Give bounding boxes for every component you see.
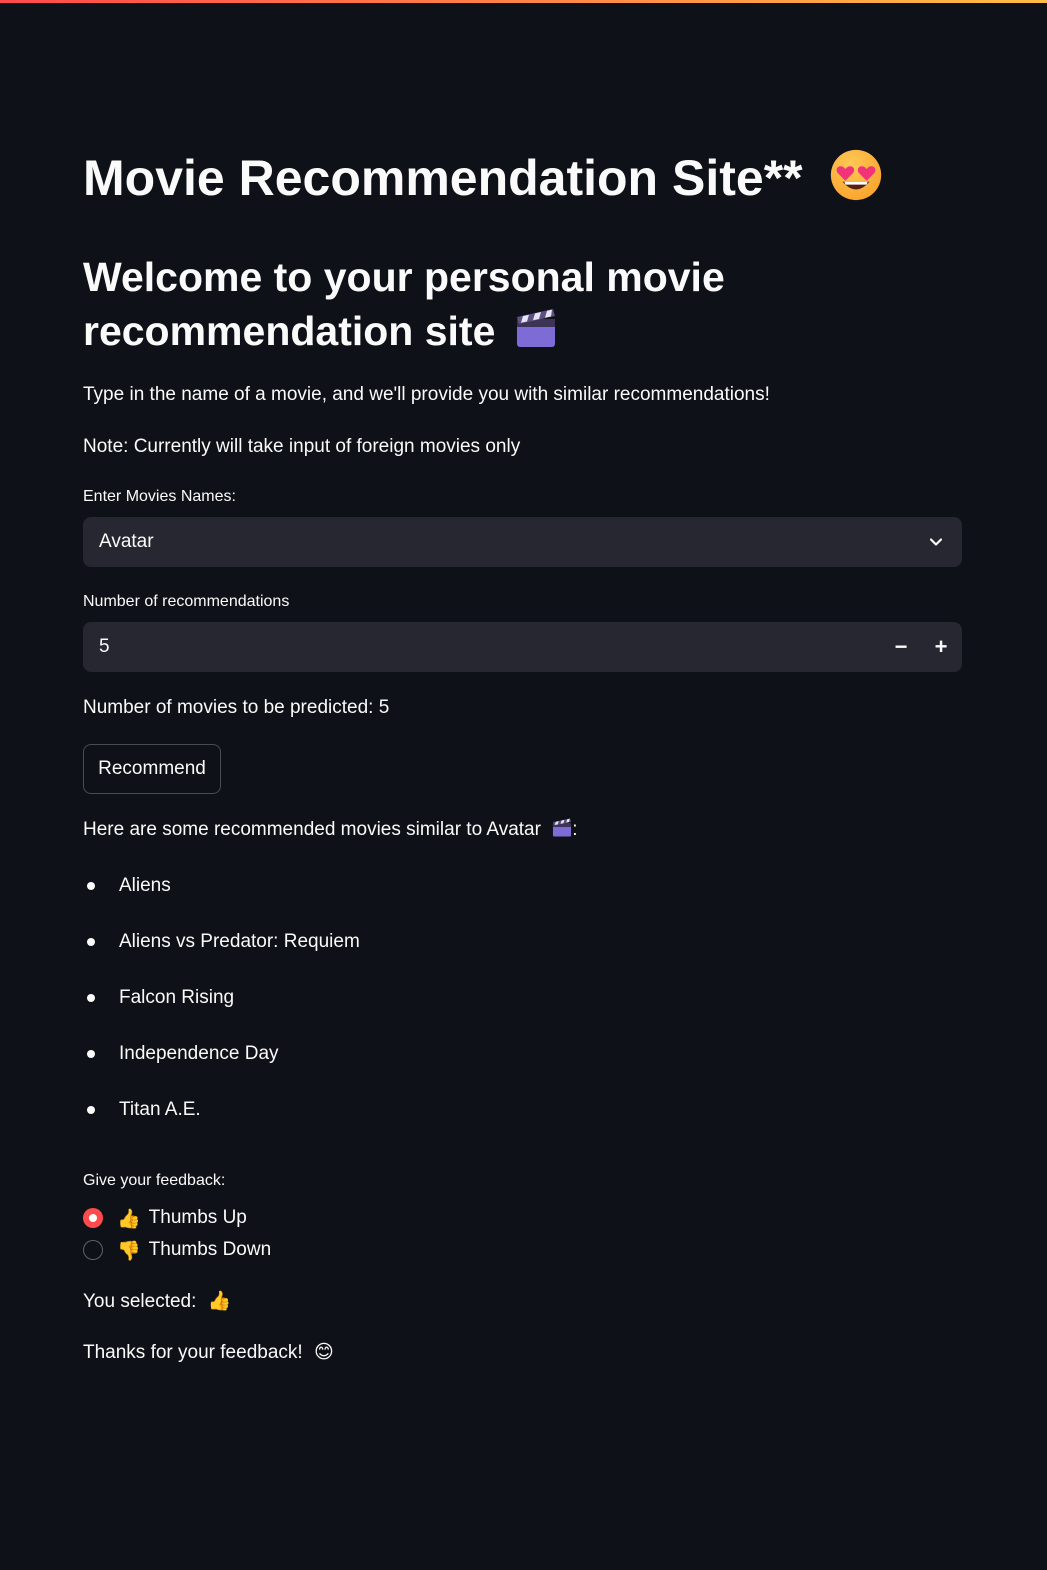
top-decoration-bar (0, 0, 1047, 3)
predicted-count-text: Number of movies to be predicted: 5 (83, 697, 390, 718)
results-heading: Here are some recommended movies similar… (83, 816, 578, 844)
thanks-label: Thanks for your feedback! (83, 1342, 303, 1363)
thumbs-up-icon: 👍 (207, 1290, 232, 1312)
radio-button[interactable] (83, 1240, 103, 1260)
heart-eyes-emoji-icon (830, 149, 881, 201)
radio-thumbs-up[interactable]: 👍 Thumbs Up (83, 1204, 247, 1232)
recommend-button[interactable]: Recommend (83, 744, 221, 794)
movie-select-label: Enter Movies Names: (83, 488, 236, 505)
clapper-board-icon (553, 818, 572, 837)
note-text: Note: Currently will take input of forei… (83, 436, 521, 457)
radio-label: Thumbs Up (148, 1207, 247, 1228)
radio-button-selected[interactable] (83, 1208, 103, 1228)
feedback-label: Give your feedback: (83, 1172, 226, 1189)
bullet-icon (87, 938, 95, 946)
clapper-board-icon (516, 309, 555, 347)
num-recommendations-value[interactable]: 5 (99, 635, 110, 659)
increment-button[interactable]: + (921, 622, 961, 672)
movie-select[interactable]: Avatar (83, 517, 962, 567)
num-recommendations-label: Number of recommendations (83, 593, 290, 610)
intro-text: Type in the name of a movie, and we'll p… (83, 384, 770, 405)
bullet-icon (87, 1106, 95, 1114)
bullet-icon (87, 1050, 95, 1058)
selected-label: You selected: (83, 1291, 197, 1312)
subheader-text: Welcome to your personal movie recommend… (83, 254, 725, 354)
recommendation-title: Aliens (119, 875, 171, 896)
bullet-icon (87, 994, 95, 1002)
chevron-down-icon (929, 538, 943, 546)
radio-label: Thumbs Down (148, 1239, 272, 1260)
thanks-text: Thanks for your feedback! 😊 (83, 1338, 334, 1367)
radio-thumbs-down[interactable]: 👎 Thumbs Down (83, 1236, 271, 1264)
thumbs-up-icon: 👍 (117, 1207, 141, 1230)
recommendation-title: Aliens vs Predator: Requiem (119, 931, 360, 952)
results-heading-colon: : (572, 819, 578, 840)
movie-select-value: Avatar (99, 531, 154, 552)
recommendation-title: Titan A.E. (119, 1099, 201, 1120)
page-title: Movie Recommendation Site** (83, 142, 885, 214)
thumbs-down-icon: 👎 (117, 1239, 141, 1262)
recommendation-title: Independence Day (119, 1043, 279, 1064)
smiling-face-icon: 😊 (313, 1341, 334, 1363)
decrement-button[interactable]: − (881, 622, 921, 672)
subheader: Welcome to your personal movie recommend… (83, 250, 783, 358)
results-heading-text: Here are some recommended movies similar… (83, 819, 541, 840)
num-recommendations-input[interactable]: 5 − + (83, 622, 962, 672)
page-title-text: Movie Recommendation Site** (83, 150, 803, 206)
recommendation-title: Falcon Rising (119, 987, 235, 1008)
selected-feedback-text: You selected: 👍 (83, 1287, 231, 1316)
bullet-icon (87, 882, 95, 890)
